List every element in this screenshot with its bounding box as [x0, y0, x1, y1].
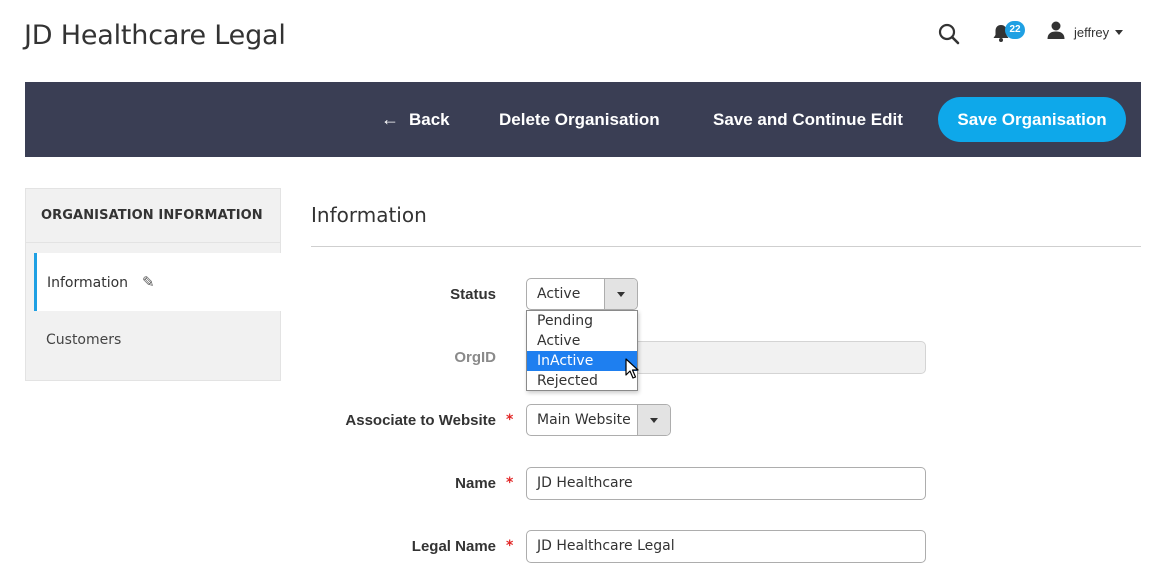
save-and-continue-button[interactable]: Save and Continue Edit — [713, 82, 903, 157]
website-select-value: Main Website — [537, 412, 631, 428]
section-divider — [311, 246, 1141, 247]
user-icon — [1046, 20, 1066, 44]
name-label: Name — [455, 475, 496, 492]
status-option-rejected[interactable]: Rejected — [527, 371, 637, 391]
status-label: Status — [450, 286, 496, 303]
chevron-down-icon — [604, 279, 637, 309]
sidebar-item-label: Customers — [46, 332, 122, 348]
pencil-icon: ✎ — [142, 273, 155, 291]
user-name: jeffrey — [1074, 24, 1110, 40]
legal-name-field[interactable]: JD Healthcare Legal — [526, 530, 926, 563]
section-title: Information — [311, 203, 427, 227]
status-select-value: Active — [537, 286, 581, 302]
sidebar-item-customers[interactable]: Customers — [34, 311, 282, 369]
name-field[interactable]: JD Healthcare — [526, 467, 926, 500]
sidebar-item-information[interactable]: Information ✎ — [34, 253, 282, 311]
sidebar-heading: ORGANISATION INFORMATION — [26, 189, 280, 243]
status-option-pending[interactable]: Pending — [527, 311, 637, 331]
status-option-active[interactable]: Active — [527, 331, 637, 351]
arrow-left-icon: ← — [381, 109, 399, 129]
website-label: Associate to Website — [345, 412, 496, 429]
sidebar-item-label: Information — [47, 275, 129, 291]
required-mark: * — [506, 475, 514, 491]
back-button[interactable]: ← Back — [381, 82, 450, 157]
user-menu[interactable]: jeffrey — [1046, 20, 1124, 44]
sidebar: ORGANISATION INFORMATION Information ✎ Cu… — [25, 188, 282, 381]
required-mark: * — [506, 412, 514, 428]
chevron-down-icon — [1115, 29, 1124, 35]
page-title: JD Healthcare Legal — [24, 20, 286, 51]
legal-name-label: Legal Name — [411, 538, 496, 555]
page-actions-bar: ← Back Delete Organisation Save and Conti… — [25, 82, 1141, 157]
status-select[interactable]: Active — [526, 278, 638, 310]
search-icon[interactable] — [937, 22, 961, 46]
back-label: Back — [409, 110, 450, 129]
website-select[interactable]: Main Website — [526, 404, 671, 436]
status-dropdown-list: Pending Active InActive Rejected — [526, 310, 638, 391]
orgid-label: OrgID — [454, 349, 496, 366]
save-organisation-button[interactable]: Save Organisation — [938, 97, 1126, 142]
mouse-cursor-icon — [625, 358, 639, 380]
required-mark: * — [506, 538, 514, 554]
chevron-down-icon — [637, 405, 670, 435]
delete-organisation-button[interactable]: Delete Organisation — [499, 82, 660, 157]
status-option-inactive[interactable]: InActive — [527, 351, 637, 371]
notification-badge[interactable]: 22 — [1005, 21, 1025, 39]
